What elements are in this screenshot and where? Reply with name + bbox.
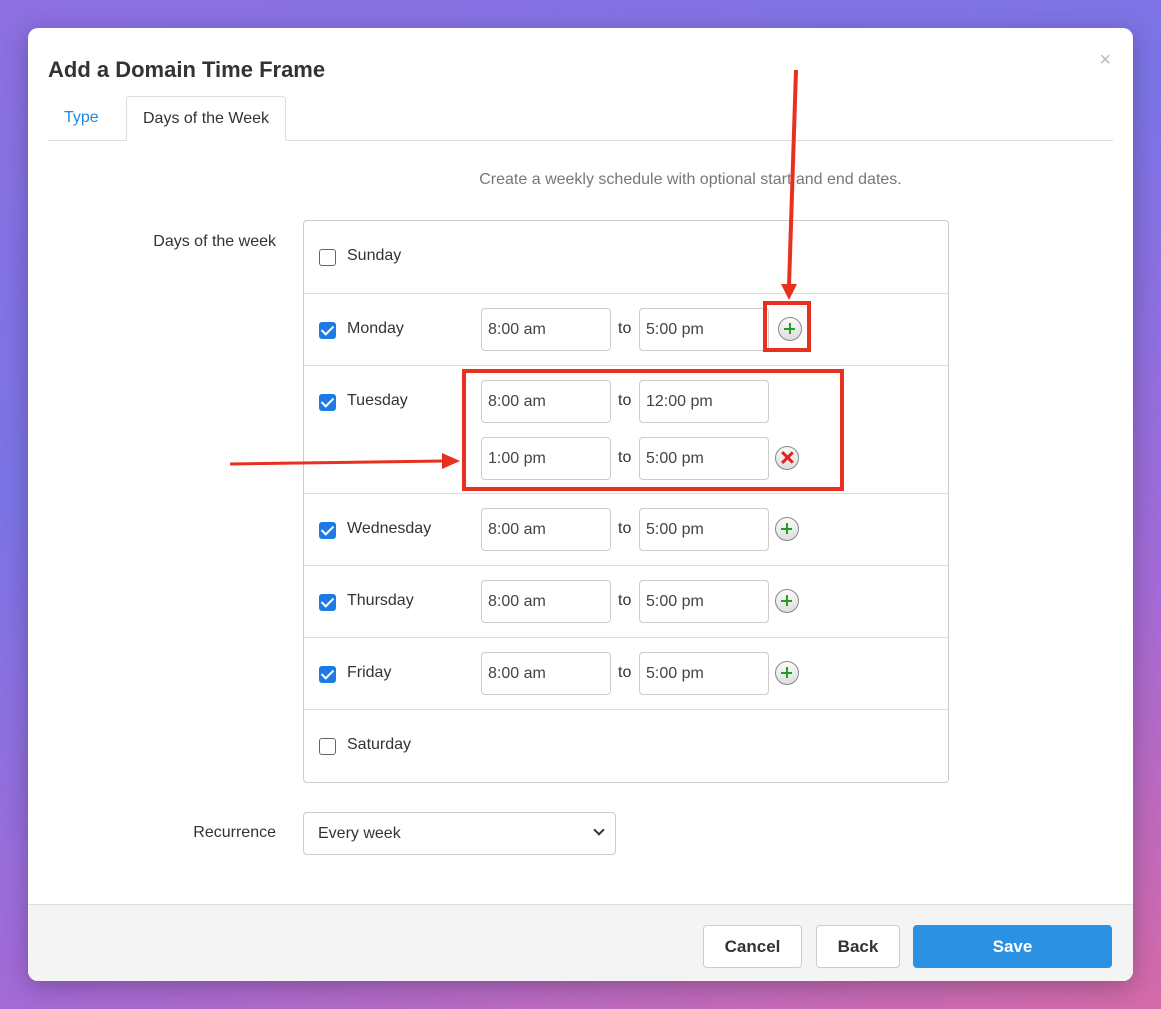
annotation-arrow-down [787, 69, 798, 287]
annotation-arrowhead-down [781, 284, 797, 300]
annotation-arrowhead-right [442, 453, 460, 469]
annotation-arrow-right [229, 459, 445, 466]
annotation-arrows [229, 69, 798, 469]
